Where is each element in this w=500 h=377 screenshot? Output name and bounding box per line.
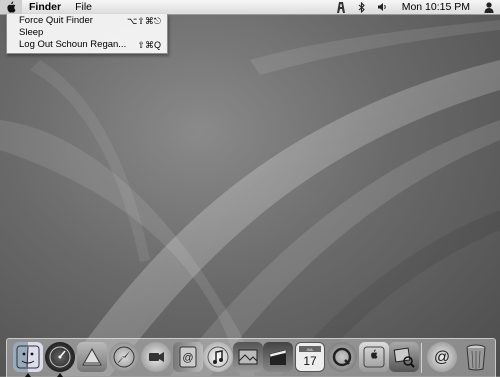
ical-date-label: 17: [303, 354, 317, 368]
menu-item-force-quit[interactable]: Force Quit Finder ⌥⇧⌘⎋: [7, 15, 167, 27]
menu-clock[interactable]: Mon 10:15 PM: [394, 0, 478, 14]
dock: @ JUL 17 @: [6, 338, 496, 377]
apple-menu-button[interactable]: [0, 0, 22, 14]
menu-bar: Finder File Mon 10:15 PM: [0, 0, 500, 15]
volume-icon[interactable]: [371, 2, 394, 12]
ical-icon[interactable]: JUL 17: [295, 342, 325, 372]
menu-item-label: Log Out Schoun Regan...: [19, 39, 127, 50]
file-menu[interactable]: File: [68, 0, 99, 14]
ical-month-label: JUL: [306, 347, 314, 352]
menu-item-label: Sleep: [19, 27, 44, 38]
itunes-icon[interactable]: [203, 342, 233, 372]
menu-item-sleep[interactable]: Sleep: [7, 27, 167, 39]
safari-icon[interactable]: [109, 342, 139, 372]
trash-icon[interactable]: [461, 342, 491, 372]
apple-logo-icon: [7, 1, 16, 13]
network-status-icon[interactable]: [330, 1, 352, 13]
desktop-background: [0, 0, 500, 376]
apple-menu-dropdown: Force Quit Finder ⌥⇧⌘⎋ Sleep Log Out Sch…: [6, 14, 168, 54]
running-indicator: [57, 373, 63, 377]
bluetooth-icon[interactable]: [352, 1, 371, 13]
menu-item-label: Force Quit Finder: [19, 15, 93, 26]
app-menu-finder[interactable]: Finder: [22, 0, 68, 14]
imovie-icon[interactable]: [263, 342, 293, 372]
dock-separator: [421, 343, 422, 373]
menu-item-shortcut: ⌥⇧⌘⎋: [126, 16, 161, 26]
running-indicator: [25, 373, 31, 377]
preview-icon[interactable]: [389, 342, 419, 372]
dashboard-icon[interactable]: [45, 342, 75, 372]
menu-item-shortcut: ⇧⌘Q: [137, 40, 161, 50]
ichat-icon[interactable]: [141, 342, 171, 372]
menu-item-log-out[interactable]: Log Out Schoun Regan... ⇧⌘Q: [7, 39, 167, 51]
user-icon[interactable]: [478, 1, 500, 13]
svg-text:@: @: [434, 349, 450, 366]
svg-text:@: @: [182, 352, 193, 364]
address-book-icon[interactable]: @: [173, 342, 203, 372]
finder-icon[interactable]: [13, 342, 43, 372]
iphoto-icon[interactable]: [233, 342, 263, 372]
quicktime-icon[interactable]: [327, 342, 357, 372]
system-preferences-icon[interactable]: [359, 342, 389, 372]
mail-stack-icon[interactable]: @: [427, 342, 457, 372]
aqua-wave-graphic: [0, 20, 500, 376]
mail-icon[interactable]: [77, 342, 107, 372]
